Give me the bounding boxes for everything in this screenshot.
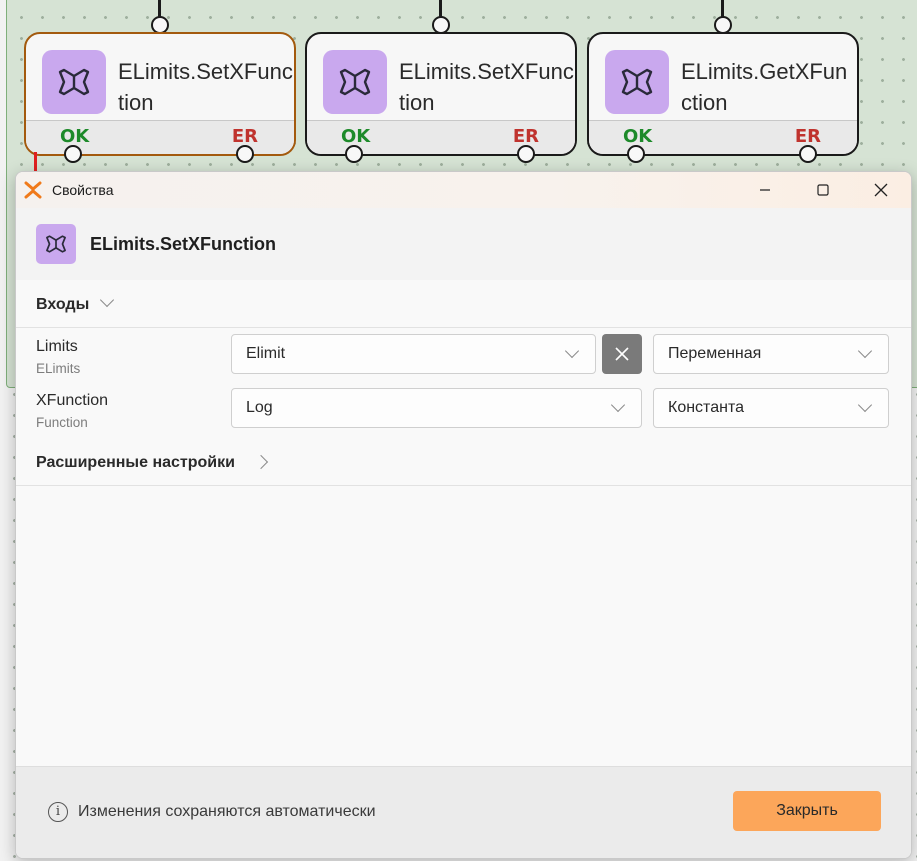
graph-node[interactable]: ELimits.SetXFunction OK ER bbox=[305, 32, 577, 156]
error-output-label: ER bbox=[794, 126, 821, 147]
dialog-header: ELimits.SetXFunction bbox=[16, 208, 911, 280]
limits-mode-select[interactable]: Переменная bbox=[653, 334, 889, 374]
error-output-port[interactable] bbox=[517, 145, 535, 163]
error-output-port[interactable] bbox=[236, 145, 254, 163]
butterfly-icon bbox=[323, 50, 387, 114]
graph-node[interactable]: ELimits.SetXFunction OK ER bbox=[24, 32, 296, 156]
minimize-button[interactable] bbox=[736, 172, 794, 208]
error-output-label: ER bbox=[231, 126, 258, 147]
chevron-right-icon bbox=[253, 454, 269, 470]
advanced-section-toggle[interactable]: Расширенные настройки bbox=[16, 440, 911, 486]
param-type: ELimits bbox=[36, 361, 81, 376]
xfunction-mode-select[interactable]: Константа bbox=[653, 388, 889, 428]
chevron-down-icon bbox=[610, 397, 626, 413]
graph-node[interactable]: ELimits.GetXFunction OK ER bbox=[587, 32, 859, 156]
maximize-icon bbox=[817, 184, 829, 196]
chevron-down-icon bbox=[857, 343, 873, 359]
inputs-section-toggle[interactable]: Входы bbox=[16, 280, 911, 328]
dialog-footer: i Изменения сохраняются автоматически За… bbox=[16, 766, 911, 858]
ok-output-label: OK bbox=[341, 126, 371, 147]
chevron-down-icon bbox=[99, 292, 115, 308]
butterfly-icon bbox=[42, 50, 106, 114]
info-icon: i bbox=[48, 802, 68, 822]
block-title: ELimits.SetXFunction bbox=[90, 234, 277, 254]
window-title: Свойства bbox=[52, 182, 114, 198]
select-value: Переменная bbox=[668, 345, 762, 362]
window-close-button[interactable] bbox=[852, 172, 910, 208]
ok-output-port[interactable] bbox=[627, 145, 645, 163]
butterfly-icon bbox=[605, 50, 669, 114]
select-value: Elimit bbox=[246, 345, 286, 362]
node-title: ELimits.SetXFunction bbox=[399, 59, 574, 115]
maximize-button[interactable] bbox=[794, 172, 852, 208]
node-title: ELimits.GetXFunction bbox=[681, 59, 848, 115]
chevron-down-icon bbox=[857, 397, 873, 413]
xfunction-value-select[interactable]: Log bbox=[231, 388, 642, 428]
close-icon bbox=[874, 183, 888, 197]
autosave-notice: Изменения сохраняются автоматически bbox=[78, 803, 376, 820]
error-output-label: ER bbox=[512, 126, 539, 147]
clear-value-button[interactable] bbox=[602, 334, 642, 374]
select-value: Константа bbox=[668, 399, 744, 416]
error-output-port[interactable] bbox=[799, 145, 817, 163]
param-name: XFunction bbox=[36, 392, 109, 409]
window-titlebar[interactable]: Свойства bbox=[16, 172, 911, 208]
limits-value-select[interactable]: Elimit bbox=[231, 334, 596, 374]
inputs-section-label: Входы bbox=[36, 296, 90, 313]
properties-dialog: Свойства ELimits.SetXFunction Входы Limi… bbox=[15, 171, 912, 859]
chevron-down-icon bbox=[564, 343, 580, 359]
close-icon bbox=[615, 347, 629, 361]
app-logo-icon bbox=[24, 181, 42, 199]
ok-output-port[interactable] bbox=[345, 145, 363, 163]
advanced-section-label: Расширенные настройки bbox=[36, 454, 235, 471]
ok-output-port[interactable] bbox=[64, 145, 82, 163]
param-name: Limits bbox=[36, 338, 78, 355]
node-title: ELimits.SetXFunction bbox=[118, 59, 293, 115]
param-type: Function bbox=[36, 415, 88, 430]
ok-output-label: OK bbox=[60, 126, 90, 147]
close-button[interactable]: Закрыть bbox=[733, 791, 881, 831]
butterfly-icon bbox=[36, 224, 76, 264]
select-value: Log bbox=[246, 399, 273, 416]
minimize-icon bbox=[760, 189, 770, 191]
ok-output-label: OK bbox=[623, 126, 653, 147]
